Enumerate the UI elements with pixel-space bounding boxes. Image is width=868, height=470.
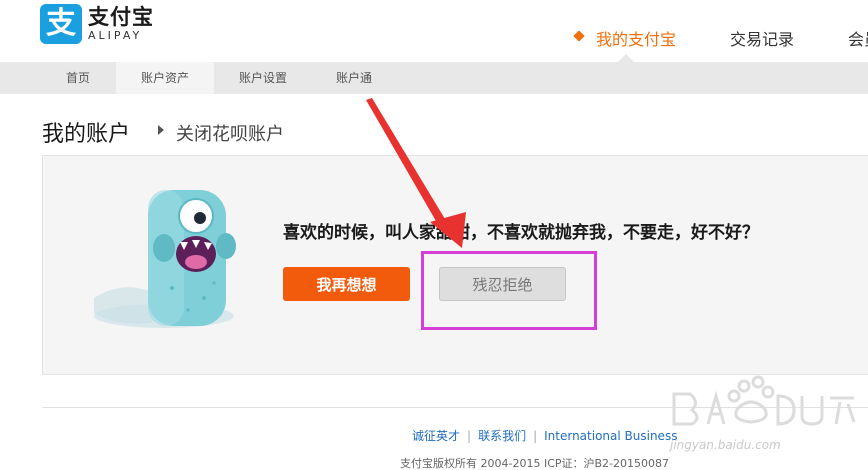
header: 支 支付宝 ALIPAY 我的支付宝 交易记录 会员	[0, 0, 868, 62]
subnav-home[interactable]: 首页	[48, 62, 108, 94]
footer-link-international[interactable]: International Business	[544, 429, 677, 443]
watermark-text: jingyan.baidu.com	[670, 438, 781, 452]
highlight-annotation	[421, 251, 597, 330]
breadcrumb-arrow-icon	[158, 125, 164, 135]
sub-nav: 首页 账户资产 账户设置 账户通	[0, 62, 868, 94]
retention-message: 喜欢的时候，叫人家甜甜，不喜欢就抛弃我，不要走，好不好？	[283, 223, 759, 243]
page-title: 我的账户	[42, 122, 131, 147]
subnav-account-settings[interactable]: 账户设置	[224, 62, 302, 94]
baidu-watermark-icon	[672, 375, 856, 426]
topnav-membership[interactable]: 会员	[848, 26, 868, 50]
copyright: 支付宝版权所有 2004-2015 ICP证：沪B2-20150087	[400, 457, 670, 470]
footer-link-careers[interactable]: 诚征英才	[412, 427, 460, 444]
top-nav: 我的支付宝 交易记录 会员	[0, 26, 868, 50]
footer-link-contact[interactable]: 联系我们	[478, 427, 526, 444]
footer-links: 诚征英才 | 联系我们 | International Business	[412, 427, 678, 444]
monster-mascot-icon	[94, 190, 236, 328]
topnav-transactions[interactable]: 交易记录	[730, 26, 794, 50]
breadcrumb: 关闭花呗账户	[176, 124, 284, 145]
active-caret-icon	[618, 54, 634, 62]
subnav-account-link[interactable]: 账户通	[320, 62, 388, 94]
reconsider-button[interactable]: 我再想想	[283, 267, 410, 301]
subnav-account-assets[interactable]: 账户资产	[116, 62, 214, 94]
topnav-my-alipay[interactable]: 我的支付宝	[596, 26, 676, 50]
